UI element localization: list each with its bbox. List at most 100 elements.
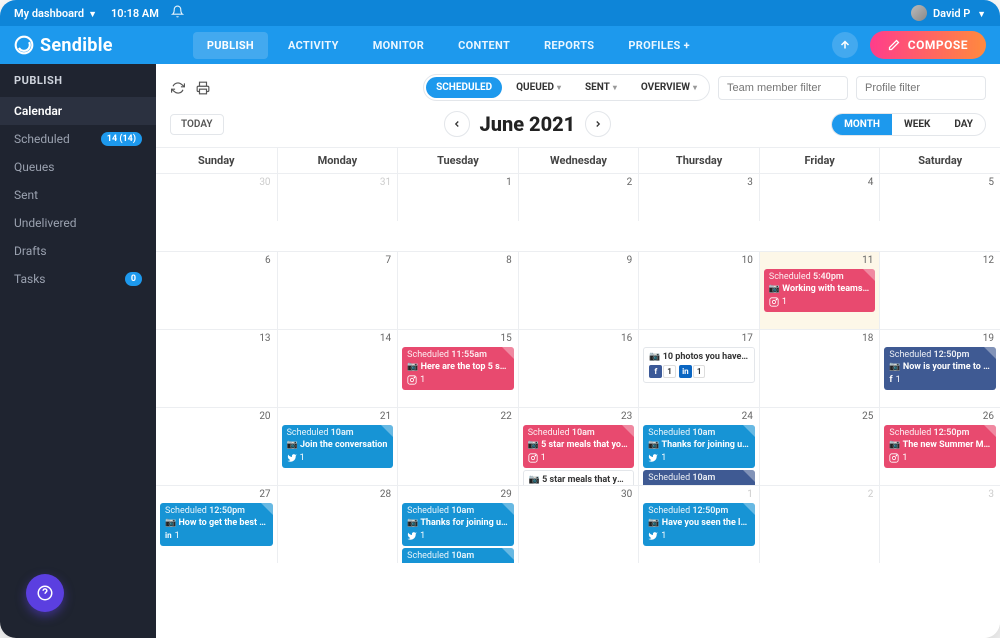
calendar-cell[interactable]: 24Scheduled 10am📷 Thanks for joining us … [638, 407, 759, 485]
calendar-cell[interactable]: 20 [156, 407, 277, 485]
event-card[interactable]: Scheduled 11:55am📷 Here are the top 5 su… [402, 347, 514, 390]
view-week[interactable]: WEEK [892, 114, 942, 135]
profile-filter[interactable] [856, 76, 986, 100]
calendar-cell[interactable]: 23Scheduled 10am📷 5 star meals that you … [518, 407, 639, 485]
calendar-cell[interactable]: 10 [638, 251, 759, 329]
sidebar-item-scheduled[interactable]: Scheduled14 (14) [0, 125, 156, 153]
calendar-cell[interactable]: 25 [759, 407, 880, 485]
event-card[interactable]: Scheduled 10am📷 Join the conversation 1 [282, 425, 394, 468]
compose-button[interactable]: COMPOSE [870, 31, 986, 59]
calendar-cell[interactable]: 30 [156, 173, 277, 221]
calendar-cell[interactable]: 30 [518, 485, 639, 563]
calendar-cell[interactable]: 3 [638, 173, 759, 221]
calendar-cell[interactable]: 9 [518, 251, 639, 329]
pill-scheduled[interactable]: SCHEDULED [426, 77, 502, 98]
sidebar-item-sent[interactable]: Sent [0, 181, 156, 209]
sidebar: PUBLISH CalendarScheduled14 (14)QueuesSe… [0, 64, 156, 638]
logo[interactable]: Sendible [14, 35, 113, 56]
bell-icon[interactable] [171, 5, 184, 21]
event-card[interactable]: Scheduled 12:50pm📷 How to get the best m… [160, 503, 273, 546]
sidebar-item-undelivered[interactable]: Undelivered [0, 209, 156, 237]
chevron-down-icon: ▼ [977, 10, 986, 20]
calendar-cell[interactable]: 29Scheduled 10am📷 Thanks for joining us … [397, 485, 518, 563]
calendar-cell[interactable]: 3 [879, 485, 1000, 563]
calendar-cell[interactable]: 18 [759, 329, 880, 407]
calendar-cell[interactable]: 5 [879, 173, 1000, 221]
today-button[interactable]: TODAY [170, 114, 224, 135]
calendar-cell[interactable]: 13 [156, 329, 277, 407]
calendar-title: June 2021 [480, 112, 576, 136]
upload-button[interactable] [832, 32, 858, 58]
print-icon[interactable] [194, 78, 210, 98]
team-member-filter[interactable] [718, 76, 848, 100]
event-card[interactable]: Scheduled 10am📷 Thanks for joining us th… [643, 425, 755, 468]
nav-reports[interactable]: REPORTS [530, 32, 608, 59]
nav-publish[interactable]: PUBLISH [193, 32, 268, 59]
view-mode-pills: MONTHWEEKDAY [831, 113, 986, 136]
calendar-cell[interactable]: 17📷 10 photos you have to see…f1in1 [638, 329, 759, 407]
nav-activity[interactable]: ACTIVITY [274, 32, 353, 59]
chevron-down-icon: ▼ [88, 10, 97, 20]
event-card[interactable]: Scheduled 12:50pm📷 Now is your time to s… [884, 347, 996, 390]
clock: 10:18 AM [111, 7, 159, 20]
calendar-cell[interactable]: 31 [277, 173, 398, 221]
event-card[interactable]: Scheduled 10am📷 Thanks for joining us th… [402, 548, 514, 563]
event-card[interactable]: 📷 5 star meals that you can ma…f11in1 [523, 470, 635, 485]
pill-sent[interactable]: SENT ▾ [575, 77, 627, 98]
sidebar-header: PUBLISH [0, 64, 156, 97]
nav-items: PUBLISHACTIVITYMONITORCONTENTREPORTSPROF… [193, 32, 704, 59]
calendar-cell[interactable]: 19Scheduled 12:50pm📷 Now is your time to… [879, 329, 1000, 407]
event-card[interactable]: Scheduled 10am📷 Thanks for joining us th… [402, 503, 514, 546]
avatar[interactable] [911, 5, 927, 21]
navbar: Sendible PUBLISHACTIVITYMONITORCONTENTRE… [0, 26, 1000, 64]
event-card[interactable]: Scheduled 10am📷 5 star meals that you ca… [523, 425, 635, 468]
user-menu[interactable]: David P ▼ [933, 7, 986, 20]
view-day[interactable]: DAY [942, 114, 985, 135]
event-card[interactable]: 📷 10 photos you have to see…f1in1 [643, 347, 755, 383]
pill-queued[interactable]: QUEUED ▾ [506, 77, 571, 98]
topbar: My dashboard▼ 10:18 AM David P ▼ [0, 0, 1000, 26]
calendar-cell[interactable]: 7 [277, 251, 398, 329]
dashboard-selector[interactable]: My dashboard▼ [14, 7, 97, 20]
calendar-cell[interactable]: 2 [518, 173, 639, 221]
calendar-cell[interactable]: 1Scheduled 12:50pm📷 Have you seen the la… [638, 485, 759, 563]
calendar-cell[interactable]: 26Scheduled 12:50pm📷 The new Summer Mix … [879, 407, 1000, 485]
calendar-header: TODAY June 2021 MONTHWEEKDAY [156, 109, 1000, 147]
event-card[interactable]: Scheduled 5:40pm📷 Working with teams acr… [764, 269, 876, 312]
nav-monitor[interactable]: MONITOR [359, 32, 438, 59]
sidebar-item-calendar[interactable]: Calendar [0, 97, 156, 125]
calendar-cell[interactable]: 22 [397, 407, 518, 485]
calendar-cell[interactable]: 8 [397, 251, 518, 329]
event-card[interactable]: Scheduled 10am📷 Thanks for joining us th… [643, 470, 755, 485]
calendar-cell[interactable]: 11Scheduled 5:40pm📷 Working with teams a… [759, 251, 880, 329]
sidebar-item-tasks[interactable]: Tasks0 [0, 265, 156, 293]
calendar-cell[interactable]: 28 [277, 485, 398, 563]
calendar-cell[interactable]: 1 [397, 173, 518, 221]
calendar-cell[interactable]: 14 [277, 329, 398, 407]
prev-month-button[interactable] [444, 111, 470, 137]
refresh-icon[interactable] [170, 78, 186, 98]
view-month[interactable]: MONTH [832, 114, 892, 135]
main: SCHEDULEDQUEUED ▾SENT ▾OVERVIEW ▾ TODAY … [156, 64, 1000, 638]
calendar-grid: 30311234567891011Scheduled 5:40pm📷 Worki… [156, 173, 1000, 638]
calendar-cell[interactable]: 15Scheduled 11:55am📷 Here are the top 5 … [397, 329, 518, 407]
calendar-cell[interactable]: 21Scheduled 10am📷 Join the conversation … [277, 407, 398, 485]
help-button[interactable] [26, 574, 64, 612]
nav-profiles[interactable]: PROFILES + [614, 32, 704, 59]
toolbar: SCHEDULEDQUEUED ▾SENT ▾OVERVIEW ▾ [156, 64, 1000, 109]
event-card[interactable]: Scheduled 12:50pm📷 Have you seen the lat… [643, 503, 755, 546]
sidebar-item-drafts[interactable]: Drafts [0, 237, 156, 265]
calendar-cell[interactable]: 6 [156, 251, 277, 329]
pill-overview[interactable]: OVERVIEW ▾ [631, 77, 707, 98]
calendar-cell[interactable]: 12 [879, 251, 1000, 329]
calendar-cell[interactable]: 2 [759, 485, 880, 563]
next-month-button[interactable] [585, 111, 611, 137]
event-card[interactable]: Scheduled 12:50pm📷 The new Summer Mix is… [884, 425, 996, 468]
calendar-cell[interactable]: 27Scheduled 12:50pm📷 How to get the best… [156, 485, 277, 563]
calendar-cell[interactable]: 16 [518, 329, 639, 407]
nav-content[interactable]: CONTENT [444, 32, 524, 59]
day-headers: SundayMondayTuesdayWednesdayThursdayFrid… [156, 148, 1000, 173]
status-filter-pills: SCHEDULEDQUEUED ▾SENT ▾OVERVIEW ▾ [423, 74, 710, 101]
calendar-cell[interactable]: 4 [759, 173, 880, 221]
sidebar-item-queues[interactable]: Queues [0, 153, 156, 181]
